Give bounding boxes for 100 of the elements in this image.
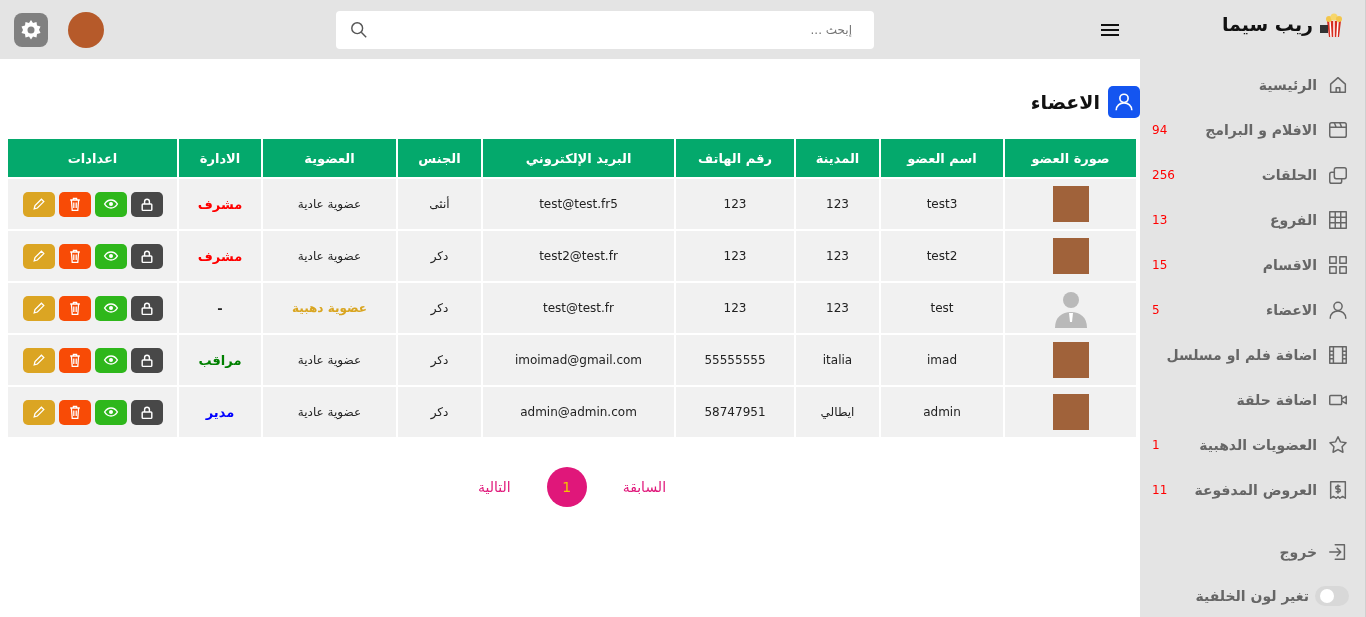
- table-cell: 123: [675, 230, 795, 282]
- table-cell: admin@admin.com: [482, 386, 675, 437]
- lock-button[interactable]: [130, 191, 163, 217]
- photo-placeholder: [1052, 394, 1089, 430]
- table-cell: imoimad@gmail.com: [482, 334, 675, 386]
- eye-icon: [102, 196, 119, 212]
- page-link[interactable]: التالية: [477, 479, 511, 495]
- lock-icon: [138, 248, 155, 264]
- settings-button[interactable]: [14, 12, 48, 47]
- table-cell: 55555555: [675, 334, 795, 386]
- membership-cell: عضوية عادية: [262, 230, 397, 282]
- photo-placeholder: [1052, 238, 1089, 274]
- table-cell: دكر: [397, 334, 482, 386]
- pencil-icon: [30, 352, 47, 368]
- table-cell: أنثى: [397, 178, 482, 230]
- table-cell: 58747951: [675, 386, 795, 437]
- menu-icon[interactable]: [1100, 21, 1120, 38]
- delete-button[interactable]: [58, 295, 91, 321]
- table-cell: 123: [675, 282, 795, 334]
- sidebar-item[interactable]: الرئيسية: [1140, 62, 1365, 108]
- delete-button[interactable]: [58, 191, 91, 217]
- delete-button[interactable]: [58, 399, 91, 425]
- column-header: الجنس: [397, 139, 482, 178]
- edit-button[interactable]: [22, 399, 55, 425]
- apps-icon: [1327, 254, 1349, 277]
- membership-cell: عضوية عادية: [262, 386, 397, 437]
- role-cell: مشرف: [178, 230, 262, 282]
- user-icon: [1327, 299, 1349, 322]
- logout-item[interactable]: خروج: [1140, 529, 1365, 575]
- copy-icon: [1327, 164, 1349, 187]
- column-header: اسم العضو: [880, 139, 1004, 178]
- current-page[interactable]: 1: [546, 467, 587, 507]
- pencil-icon: [30, 404, 47, 420]
- table-cell: 123: [675, 178, 795, 230]
- page-title: الاعضاء: [1030, 91, 1100, 113]
- lock-icon: [138, 300, 155, 316]
- table-cell: 123: [795, 230, 880, 282]
- count-label: 256: [1152, 168, 1175, 183]
- user-icon: [1108, 86, 1140, 118]
- table-cell: دكر: [397, 282, 482, 334]
- lock-icon: [138, 196, 155, 212]
- lock-button[interactable]: [130, 399, 163, 425]
- sidebar-item[interactable]: اضافة حلقة: [1140, 377, 1365, 423]
- role-cell: مدير: [178, 386, 262, 437]
- table-cell: imad: [880, 334, 1004, 386]
- count-label: 94: [1152, 123, 1168, 138]
- table-cell: test@test.fr: [482, 282, 675, 334]
- membership-cell: عضوية عادية: [262, 178, 397, 230]
- lock-icon: [138, 352, 155, 368]
- pencil-icon: [30, 248, 47, 264]
- table-cell: 123: [795, 282, 880, 334]
- eye-icon: [102, 404, 119, 420]
- table-cell: test@test.fr5: [482, 178, 675, 230]
- count-label: 5: [1152, 303, 1160, 318]
- toggle-label: تغير لون الخلفية: [1195, 587, 1309, 604]
- column-header: اعدادات: [7, 139, 178, 178]
- delete-button[interactable]: [58, 243, 91, 269]
- count-label: 11: [1152, 483, 1168, 498]
- table-cell: admin: [880, 386, 1004, 437]
- table-cell: 123: [795, 178, 880, 230]
- membership-cell: عضوية دهبية: [262, 282, 397, 334]
- edit-button[interactable]: [22, 295, 55, 321]
- column-header: العضوية: [262, 139, 397, 178]
- table-cell: test2@test.fr: [482, 230, 675, 282]
- column-header: صورة العضو: [1004, 139, 1136, 178]
- column-header: البريد الإلكتروني: [482, 139, 675, 178]
- eye-icon: [102, 248, 119, 264]
- table-cell: دكر: [397, 230, 482, 282]
- photo-placeholder: [1052, 342, 1089, 378]
- role-cell: مراقب: [178, 334, 262, 386]
- search-icon: [350, 20, 368, 39]
- photo-placeholder: [1052, 186, 1089, 222]
- membership-cell: عضوية عادية: [262, 334, 397, 386]
- table-cell: test3: [880, 178, 1004, 230]
- eye-icon: [102, 352, 119, 368]
- page-link[interactable]: السابقة: [622, 479, 667, 495]
- table-cell: ايطالي: [795, 386, 880, 437]
- eye-icon: [102, 300, 119, 316]
- avatar[interactable]: [68, 11, 104, 48]
- delete-button[interactable]: [58, 347, 91, 373]
- count-label: 13: [1152, 213, 1168, 228]
- count-label: 15: [1152, 258, 1168, 273]
- role-cell: مشرف: [178, 178, 262, 230]
- pencil-icon: [30, 300, 47, 316]
- sidebar-item[interactable]: اضافة فلم او مسلسل: [1140, 332, 1365, 378]
- toggle-switch[interactable]: [1315, 585, 1349, 606]
- lock-button[interactable]: [130, 295, 163, 321]
- search-field[interactable]: إبحث ...: [336, 10, 874, 49]
- lock-button[interactable]: [130, 347, 163, 373]
- column-header: رقم الهاتف: [675, 139, 795, 178]
- edit-button[interactable]: [22, 191, 55, 217]
- lock-button[interactable]: [130, 243, 163, 269]
- table-cell: دكر: [397, 386, 482, 437]
- edit-button[interactable]: [22, 347, 55, 373]
- table-cell: test: [880, 282, 1004, 334]
- grid-icon: [1327, 209, 1349, 232]
- receipt-icon: [1327, 479, 1349, 502]
- lock-icon: [138, 404, 155, 420]
- edit-button[interactable]: [22, 243, 55, 269]
- table-cell: italia: [795, 334, 880, 386]
